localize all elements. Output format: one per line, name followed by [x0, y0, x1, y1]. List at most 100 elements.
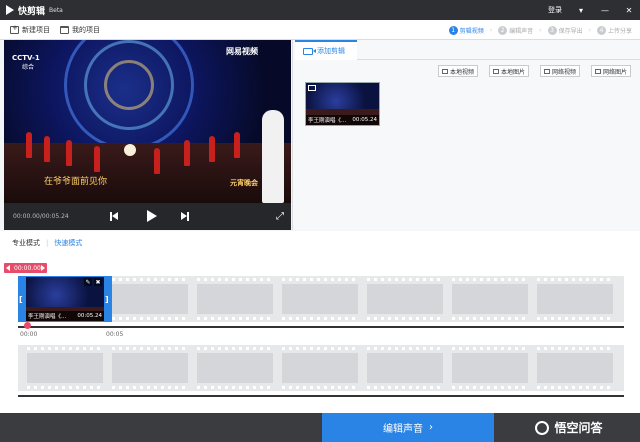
local-image-button[interactable]: 本地图片: [489, 65, 530, 77]
empty-slot[interactable]: [367, 278, 443, 320]
dancer-figure: [209, 136, 215, 162]
step-label: 保存导出: [558, 27, 583, 35]
video-frame[interactable]: CCTV-1 综合 网易视频 在爷爷面前见你 元宵晚会: [4, 40, 291, 203]
bottom-bar: 编辑声音 › 悟空问答: [0, 413, 640, 442]
current-time: 00:00.00: [13, 213, 40, 220]
channel-sub: 综合: [22, 64, 35, 71]
clip-duration: 00:05.24: [352, 117, 377, 123]
player-controls: 00:00.00/00:05.24 ⤢: [4, 203, 291, 230]
dancer-figure: [184, 140, 190, 166]
playhead-timecode[interactable]: 00:00.00: [4, 263, 47, 273]
tab-quick-mode[interactable]: 快速模式: [54, 238, 82, 248]
empty-slot[interactable]: [537, 347, 613, 389]
image-icon: [493, 68, 499, 74]
online-video-label: 网络视频: [552, 68, 577, 76]
step-edit-video[interactable]: 1 剪辑视频: [448, 25, 484, 35]
minimize-icon[interactable]: —: [600, 5, 610, 15]
next-frame-icon[interactable]: [181, 212, 189, 221]
empty-slot[interactable]: [197, 347, 273, 389]
step-number: 3: [547, 25, 557, 35]
my-projects-button[interactable]: 我的项目: [60, 25, 100, 35]
login-button[interactable]: 登录: [548, 5, 562, 15]
empty-slot[interactable]: [367, 347, 443, 389]
empty-slot[interactable]: [112, 347, 188, 389]
tab-pro-mode[interactable]: 专业模式: [12, 238, 40, 248]
step-label: 上传分享: [607, 27, 632, 35]
app-badge: Beta: [49, 6, 63, 14]
step-number: 4: [596, 25, 606, 35]
stage-light-ring: [104, 60, 154, 110]
toolbar: 新建项目 我的项目 1 剪辑视频 › 2 编辑声音 › 3 保存导出 › 4 上…: [0, 20, 640, 40]
step-share[interactable]: 4 上传分享: [596, 25, 632, 35]
online-image-button[interactable]: 网络图片: [591, 65, 632, 77]
delete-icon[interactable]: ✖: [94, 278, 102, 286]
dancer-figure: [154, 148, 160, 174]
fullscreen-icon[interactable]: ⤢: [276, 211, 284, 222]
clip-caption: 李王刚演唱《... 00:05.24: [306, 115, 379, 125]
playhead-marker[interactable]: [24, 322, 31, 329]
step-separator: ›: [588, 26, 591, 34]
media-source-buttons: 本地视频 本地图片 网络视频 网络图片: [293, 65, 640, 77]
menu-icon[interactable]: ▾: [576, 5, 586, 15]
overlay-caption: 元宵晚会: [230, 179, 258, 187]
video-icon: [544, 68, 550, 74]
tick-label: 00:05: [106, 331, 124, 338]
step-label: 剪辑视频: [459, 27, 484, 35]
clip-title: 李王刚演唱《...: [28, 314, 67, 320]
local-video-label: 本地视频: [450, 68, 475, 76]
new-project-icon: [10, 24, 19, 34]
empty-slot[interactable]: [197, 278, 273, 320]
total-time: 00:05.24: [41, 213, 69, 220]
media-clip-thumbnail[interactable]: 李王刚演唱《... 00:05.24: [305, 82, 380, 126]
wukong-logo-icon: [535, 420, 550, 435]
edit-icon[interactable]: ✎: [84, 278, 92, 286]
close-icon[interactable]: ✕: [624, 5, 634, 15]
dancer-figure: [234, 132, 240, 158]
trim-right-handle[interactable]: ]: [105, 295, 109, 304]
clip-caption: 李王刚演唱《... 00:05.24: [26, 311, 104, 321]
empty-slot[interactable]: [452, 278, 528, 320]
local-video-button[interactable]: 本地视频: [438, 65, 479, 77]
new-project-button[interactable]: 新建项目: [10, 24, 50, 35]
empty-slot[interactable]: [452, 347, 528, 389]
time-ruler[interactable]: [18, 326, 624, 328]
local-image-label: 本地图片: [501, 68, 526, 76]
watermark: 网易视频: [226, 47, 258, 56]
title-bar: 快剪辑 Beta 登录 ▾ — ✕: [0, 0, 640, 20]
empty-slot[interactable]: [282, 278, 358, 320]
empty-slot[interactable]: [27, 347, 103, 389]
edit-audio-button[interactable]: 编辑声音 ›: [322, 413, 494, 442]
channel-name: CCTV-1: [12, 54, 40, 62]
step-label: 编辑声音: [509, 27, 534, 35]
singer-figure: [262, 110, 284, 203]
dancer-figure: [94, 146, 100, 172]
step-number: 2: [498, 25, 508, 35]
track-baseline: [18, 395, 624, 397]
folder-icon: [60, 25, 69, 34]
clip-duration: 00:05.24: [77, 313, 102, 319]
moon-prop: [124, 144, 136, 156]
channel-logo: CCTV-1 综合: [12, 54, 40, 71]
empty-slot[interactable]: [537, 278, 613, 320]
mode-separator: |: [46, 239, 49, 247]
second-track[interactable]: [18, 345, 624, 391]
step-edit-audio[interactable]: 2 编辑声音: [498, 25, 534, 35]
online-image-label: 网络图片: [603, 68, 628, 76]
play-icon[interactable]: [147, 210, 157, 222]
app-name: 快剪辑: [18, 6, 46, 17]
playback-time: 00:00.00/00:05.24: [13, 213, 69, 220]
timeline: 00:00.00 [ 李王刚演唱《... 00:05.24 ✎ ✖ ] 00:0…: [0, 255, 640, 413]
trim-left-handle[interactable]: [: [19, 295, 23, 304]
previous-frame-icon[interactable]: [110, 212, 118, 221]
video-icon: [308, 85, 316, 91]
step-export[interactable]: 3 保存导出: [547, 25, 583, 35]
empty-slot[interactable]: [282, 347, 358, 389]
app-logo: 快剪辑 Beta: [6, 4, 63, 17]
timeline-clip-selected[interactable]: [ 李王刚演唱《... 00:05.24 ✎ ✖ ]: [18, 276, 112, 322]
online-video-button[interactable]: 网络视频: [540, 65, 581, 77]
watermark-logo: 悟空问答: [498, 413, 640, 442]
image-icon: [595, 68, 601, 74]
tab-add-clip[interactable]: 添加剪辑: [295, 40, 357, 60]
empty-slot[interactable]: [112, 278, 188, 320]
dancer-figure: [26, 132, 32, 158]
